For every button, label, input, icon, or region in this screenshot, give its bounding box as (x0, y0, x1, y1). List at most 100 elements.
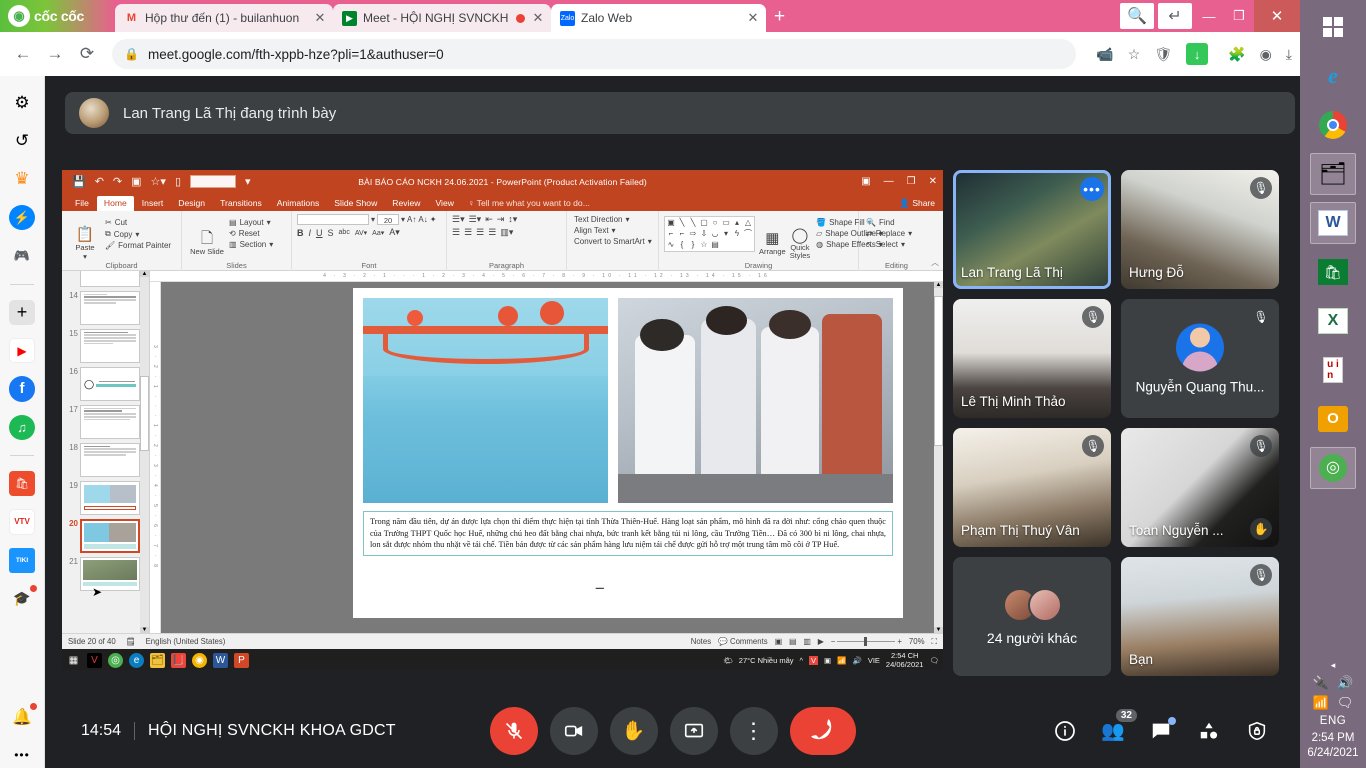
show-everyone-button[interactable]: 👥 32 (1100, 709, 1137, 744)
current-slide[interactable]: Trong năm đầu tiên, dự án được lựa chọn … (353, 288, 903, 618)
replace-dropdown-icon[interactable]: ▾ (908, 229, 912, 238)
collapse-ribbon-icon[interactable]: ︿ (931, 257, 939, 268)
shape-right-arrow-icon[interactable]: ⇨ (688, 229, 698, 239)
align-center-icon[interactable]: ☰ (464, 227, 472, 238)
slide-thumbnail[interactable]: 13 (62, 271, 149, 289)
convert-to-smartart-button[interactable]: Convert to SmartArt ▾ (572, 236, 653, 247)
font-color-icon[interactable]: A▾ (389, 227, 400, 238)
network-icon[interactable]: 📶 (1313, 695, 1329, 711)
shape-line-icon[interactable]: ╲ (677, 218, 687, 228)
reset-button[interactable]: ⟲ Reset (227, 228, 275, 239)
raise-hand-button[interactable]: ✋ (609, 707, 658, 755)
settings-gear-icon[interactable]: ⚙ (9, 90, 35, 115)
justify-icon[interactable]: ☰ (488, 227, 496, 238)
text-direction-button[interactable]: Text Direction ▾ (572, 214, 653, 225)
coccoc-icon[interactable]: ◎ (1310, 447, 1356, 489)
close-tab-icon[interactable]: ✕ (531, 10, 545, 26)
explorer-icon[interactable]: 🗂 (150, 652, 165, 668)
powerpoint-icon[interactable]: P (234, 652, 249, 668)
browser-tab-meet[interactable]: ▶ Meet - HỘI NGHỊ SVNCKH ✕ (333, 4, 551, 32)
align-text-button[interactable]: Align Text ▾ (572, 225, 653, 236)
keyboard-language-label[interactable]: ENG (1320, 715, 1346, 727)
decrease-indent-icon[interactable]: ⇤ (485, 214, 493, 225)
change-case-icon[interactable]: Aa▾ (372, 229, 384, 237)
unikey-icon[interactable]: u in (1310, 349, 1356, 391)
tile-more-options-icon[interactable]: ••• (1080, 177, 1104, 201)
zoom-slider[interactable]: − + (831, 637, 902, 646)
profile-icon[interactable]: ◉ (1260, 46, 1272, 63)
participant-tile-you[interactable]: 🎙 Bạn (1121, 557, 1279, 676)
close-window-button[interactable]: ✕ (1254, 0, 1300, 32)
shape-rect-icon[interactable]: ▢ (699, 218, 709, 228)
word-icon[interactable]: W (1310, 202, 1356, 244)
slide-thumbnail[interactable]: 18 (62, 441, 149, 479)
shape-textbox-icon[interactable]: ▣ (666, 218, 676, 228)
paste-dropdown-icon[interactable]: ▾ (83, 252, 87, 261)
start-button-icon[interactable] (1310, 6, 1356, 48)
find-button[interactable]: 🔍 Find (864, 217, 929, 228)
games-icon[interactable]: 🎮 (9, 243, 35, 268)
file-explorer-icon[interactable]: 🗂 (1310, 153, 1356, 195)
spell-check-icon[interactable]: 🗒 (126, 637, 136, 646)
tab-file[interactable]: File (68, 196, 96, 211)
download-green-icon[interactable]: ↓ (1186, 43, 1209, 65)
numbering-icon[interactable]: ☰▾ (469, 214, 482, 225)
leave-call-button[interactable] (789, 707, 856, 755)
weather-icon[interactable]: 🌤 (723, 656, 733, 665)
format-painter-button[interactable]: 🖌 Format Painter (103, 240, 173, 251)
fit-to-window-icon[interactable]: ⛶ (932, 637, 937, 647)
slide-thumbnail[interactable]: 19 (62, 479, 149, 517)
layout-dropdown-icon[interactable]: ▾ (267, 218, 271, 227)
slide-thumbnail[interactable]: 16 ◯ (62, 365, 149, 403)
meeting-details-button[interactable] (1052, 718, 1078, 744)
tab-animations[interactable]: Animations (270, 196, 327, 211)
host-controls-button[interactable] (1244, 718, 1270, 744)
section-dropdown-icon[interactable]: ▾ (269, 240, 273, 249)
tray-expand-icon[interactable]: ^ (800, 656, 804, 665)
shared-screen-powerpoint[interactable]: 💾 ↶ ↷ ▣ ☆▾ ▯ ▾ BÀI BÁO CÁO NCKH 24.06.20… (62, 170, 943, 670)
outlook-icon[interactable]: O (1310, 398, 1356, 440)
notes-button[interactable]: Notes (691, 637, 711, 646)
bullets-icon[interactable]: ☰▾ (452, 214, 465, 225)
text-direction-dropdown-icon[interactable]: ▾ (625, 215, 629, 224)
slide-thumbnail[interactable]: 17 (62, 403, 149, 441)
participant-tile-hung-do[interactable]: 🎙 Hưng Đỗ (1121, 170, 1279, 289)
downloads-icon[interactable]: ⤓ (1286, 46, 1292, 63)
font-family-input[interactable] (297, 214, 369, 225)
new-tab-button[interactable]: + (766, 4, 793, 32)
bookmark-star-icon[interactable]: ☆ (1128, 46, 1141, 63)
present-screen-button[interactable] (669, 707, 718, 755)
cut-button[interactable]: ✂ Cut (103, 217, 173, 228)
action-center-icon[interactable]: 🗨 (1337, 695, 1354, 711)
slide-pane-scrollbar[interactable]: ▲ ▼ (934, 282, 943, 633)
video-record-icon[interactable]: 📹 (1096, 46, 1113, 63)
zoom-knob[interactable] (864, 637, 867, 646)
language-label[interactable]: English (United States) (146, 637, 226, 646)
browser-tab-zalo[interactable]: Zalo Zalo Web ✕ (551, 4, 766, 32)
browser-tab-gmail[interactable]: M Hộp thư đến (1) - builanhuon ✕ (115, 4, 333, 32)
display-tray-icon[interactable]: ▣ (824, 656, 831, 665)
activities-button[interactable] (1196, 718, 1222, 744)
italic-icon[interactable]: I (309, 228, 312, 238)
shape-curve-icon[interactable]: ⌒ (743, 229, 753, 239)
tab-slide-show[interactable]: Slide Show (327, 196, 384, 211)
shape-freeform-icon[interactable]: ϟ (732, 229, 742, 239)
slide-thumbnail-selected[interactable]: 20 (62, 517, 149, 555)
microphone-off-button[interactable] (489, 707, 538, 755)
section-button[interactable]: ▥ Section ▾ (227, 239, 275, 250)
shield-icon[interactable]: 🛡 (1154, 46, 1172, 63)
font-size-dropdown-icon[interactable]: ▾ (401, 215, 405, 224)
volume-tray-icon[interactable]: 🔊 (852, 656, 861, 665)
tiki-icon[interactable]: TIKI (9, 547, 35, 573)
powerpoint-share-button[interactable]: 👤 Share (899, 198, 935, 209)
minimize-circle-icon[interactable]: − (587, 576, 613, 602)
minimize-button[interactable]: — (1194, 3, 1224, 29)
shapes-more-icon[interactable]: ▤ (710, 240, 720, 250)
shape-oval-icon[interactable]: ○ (710, 218, 720, 228)
more-options-button[interactable]: ⋮ (729, 707, 778, 755)
close-tab-icon[interactable]: ✕ (313, 10, 327, 26)
back-gesture-icon[interactable]: ↵ (1158, 3, 1192, 29)
chrome-icon[interactable] (1310, 104, 1356, 146)
tab-review[interactable]: Review (385, 196, 427, 211)
education-icon[interactable]: 🎓 (9, 583, 38, 611)
